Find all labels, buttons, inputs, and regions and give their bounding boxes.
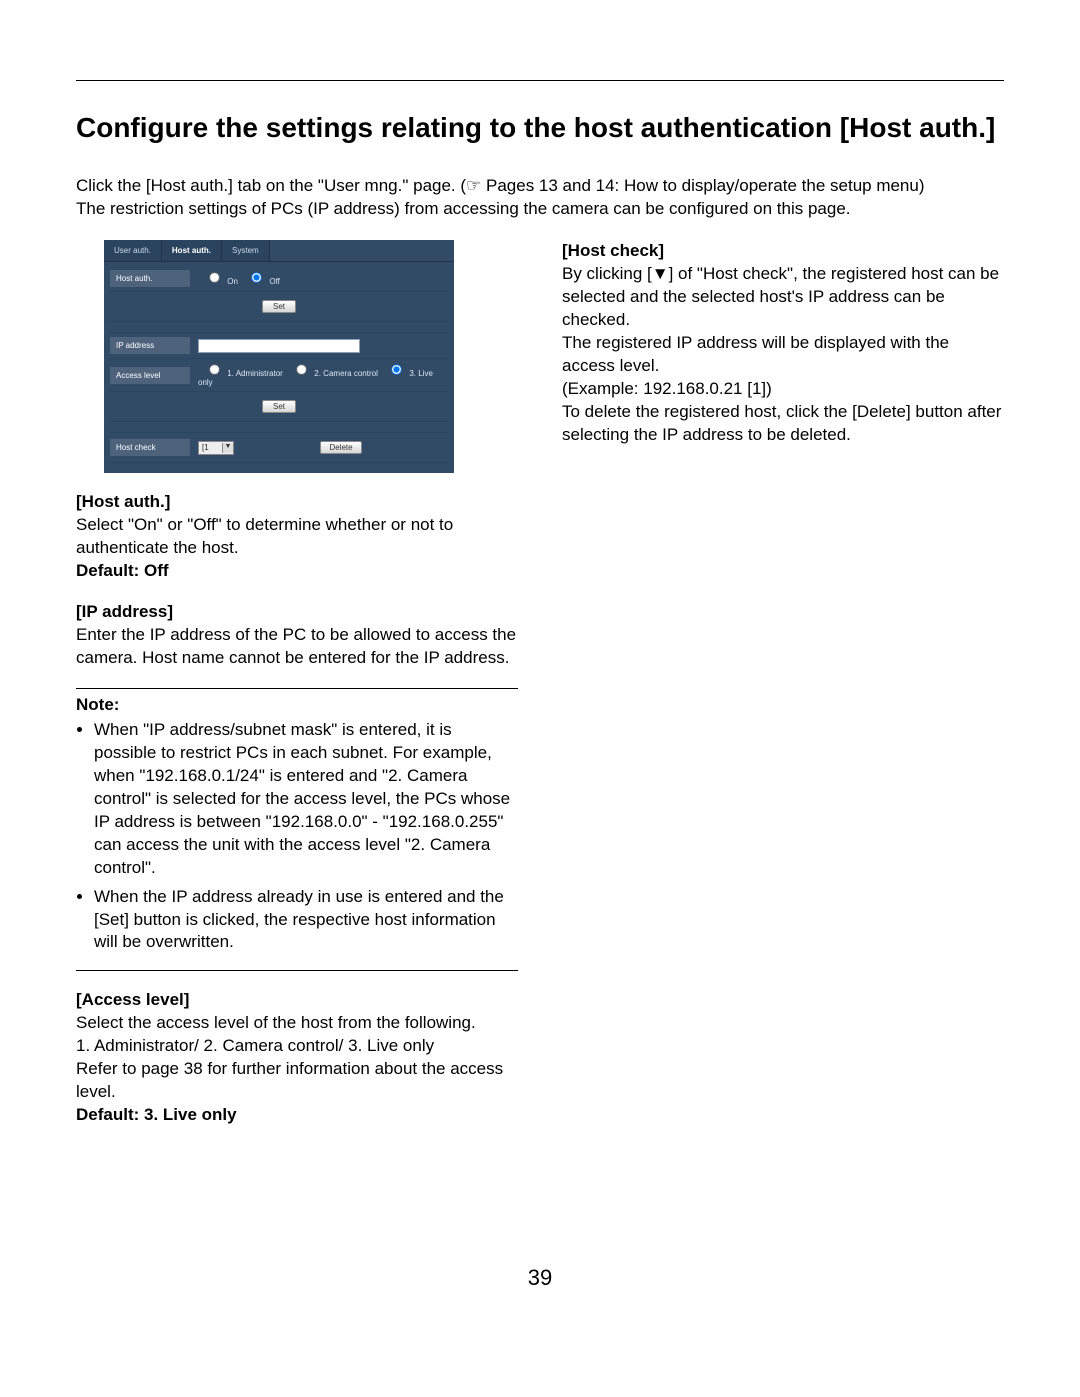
radio-host-auth-off xyxy=(251,273,261,283)
host-check-value: [1 xyxy=(199,443,222,452)
set-button-2: Set xyxy=(262,400,296,413)
hostcheck-body-1: By clicking [▼] of "Host check", the reg… xyxy=(562,264,999,329)
ip-body: Enter the IP address of the PC to be all… xyxy=(76,625,516,667)
page-title: Configure the settings relating to the h… xyxy=(76,111,1004,145)
page-number: 39 xyxy=(76,1265,1004,1291)
radio-label-admin: 1. Administrator xyxy=(227,369,283,378)
access-body-2: 1. Administrator/ 2. Camera control/ 3. … xyxy=(76,1036,434,1055)
intro-line-1: Click the [Host auth.] tab on the "User … xyxy=(76,176,925,195)
note-label: Note: xyxy=(76,695,119,714)
tab-user-auth: User auth. xyxy=(104,240,162,261)
label-ip-address: IP address xyxy=(110,337,190,354)
radio-access-admin xyxy=(209,365,219,375)
hostauth-default: Default: Off xyxy=(76,561,169,580)
ip-heading: [IP address] xyxy=(76,602,173,621)
hostcheck-heading: [Host check] xyxy=(562,241,664,260)
access-heading: [Access level] xyxy=(76,990,189,1009)
ip-address-input xyxy=(198,339,360,353)
radio-access-live xyxy=(391,365,401,375)
set-button-1: Set xyxy=(262,300,296,313)
tab-host-auth: Host auth. xyxy=(162,240,222,261)
radio-label-camera: 2. Camera control xyxy=(314,369,378,378)
hostauth-heading: [Host auth.] xyxy=(76,492,170,511)
hostauth-body: Select "On" or "Off" to determine whethe… xyxy=(76,515,453,557)
label-host-check: Host check xyxy=(110,439,190,456)
radio-access-camera xyxy=(296,365,306,375)
access-body-1: Select the access level of the host from… xyxy=(76,1013,476,1032)
note-item-2: When the IP address already in use is en… xyxy=(94,886,518,955)
hostcheck-body-2: The registered IP address will be displa… xyxy=(562,333,949,375)
note-box: Note: When "IP address/subnet mask" is e… xyxy=(76,688,518,971)
delete-button: Delete xyxy=(320,441,361,454)
radio-label-off: Off xyxy=(269,277,280,286)
tab-system: System xyxy=(222,240,270,261)
radio-host-auth-on xyxy=(209,273,219,283)
note-item-1: When "IP address/subnet mask" is entered… xyxy=(94,719,518,880)
intro-paragraph: Click the [Host auth.] tab on the "User … xyxy=(76,175,1004,221)
settings-panel-screenshot: User auth. Host auth. System Host auth. … xyxy=(104,240,454,473)
hostcheck-body-3: To delete the registered host, click the… xyxy=(562,402,1001,444)
access-default: Default: 3. Live only xyxy=(76,1105,237,1124)
access-body-3: Refer to page 38 for further information… xyxy=(76,1059,503,1101)
label-host-auth: Host auth. xyxy=(110,270,190,287)
host-check-dropdown: [1 ▼ xyxy=(198,441,234,455)
label-access-level: Access level xyxy=(110,367,190,384)
intro-line-2: The restriction settings of PCs (IP addr… xyxy=(76,199,851,218)
hostcheck-example: (Example: 192.168.0.21 [1]) xyxy=(562,379,772,398)
chevron-down-icon: ▼ xyxy=(222,443,233,453)
radio-label-on: On xyxy=(227,277,238,286)
